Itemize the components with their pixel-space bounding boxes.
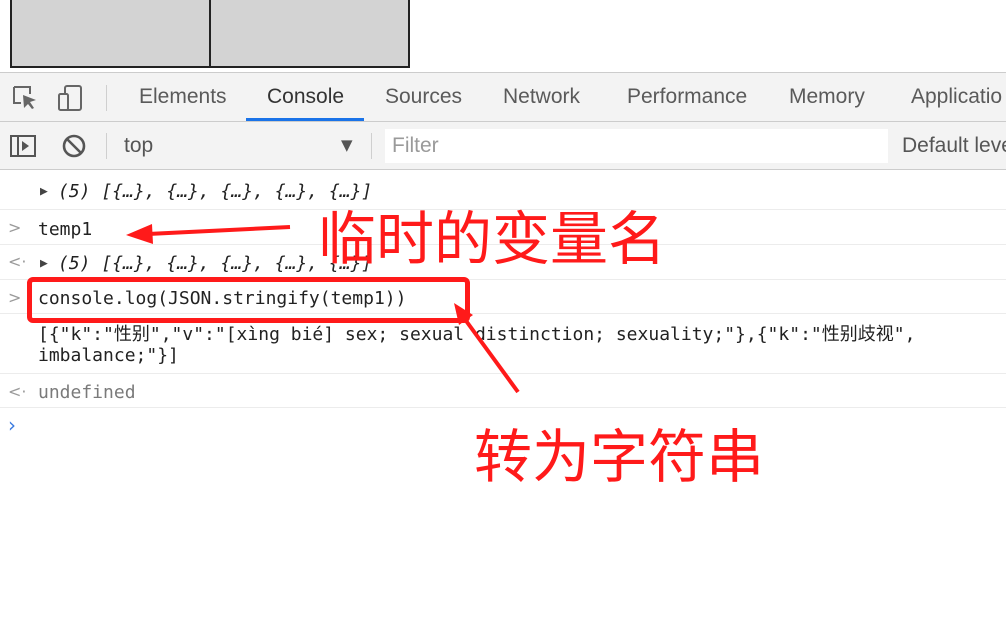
annotation-highlight-box (27, 277, 470, 323)
inspect-element-icon[interactable] (10, 83, 40, 113)
execution-context-select[interactable]: top (124, 122, 153, 169)
annotation-variable-name: 临时的变量名 (318, 205, 667, 273)
input-prompt-icon: > (8, 218, 22, 237)
clear-console-icon[interactable] (59, 131, 89, 161)
toolbar-divider (371, 133, 372, 159)
tab-console[interactable]: Console (246, 73, 364, 121)
expand-triangle-icon[interactable]: ▶ (40, 184, 48, 199)
input-expression: temp1 (38, 219, 93, 240)
console-toolbar: top ▼ Default leve (0, 122, 1006, 170)
tab-performance[interactable]: Performance (606, 73, 768, 121)
device-toolbar-icon[interactable] (56, 83, 86, 113)
chevron-down-icon[interactable]: ▼ (341, 122, 353, 169)
annotation-to-string: 转为字符串 (474, 423, 765, 491)
console-message-result: <· undefined (0, 374, 1006, 408)
result-value: undefined (38, 382, 136, 403)
tab-application[interactable]: Applicatio (890, 73, 1006, 121)
page-content-area (0, 0, 1006, 72)
log-output-line: [{"k":"性别","v":"[xìng bié] sex; sexual d… (38, 324, 916, 345)
log-levels-dropdown[interactable]: Default leve (902, 122, 1006, 169)
toolbar-divider (106, 85, 107, 111)
log-output-line: imbalance;"}] (38, 345, 179, 366)
page-placeholder-box (10, 0, 211, 68)
result-arrow-icon: <· (8, 252, 27, 271)
expand-triangle-icon[interactable]: ▶ (40, 256, 48, 271)
devtools-tab-bar: Elements Console Sources Network Perform… (0, 72, 1006, 122)
console-filter-input[interactable] (385, 129, 888, 163)
tab-network[interactable]: Network (482, 73, 601, 121)
input-prompt-icon: > (8, 288, 22, 307)
toolbar-divider (106, 133, 107, 159)
console-message-log: [{"k":"性别","v":"[xìng bié] sex; sexual d… (0, 314, 1006, 374)
tab-sources[interactable]: Sources (364, 73, 483, 121)
tab-elements[interactable]: Elements (118, 73, 248, 121)
show-sidebar-icon[interactable] (8, 131, 38, 161)
prompt-chevron-icon: › (8, 413, 16, 437)
tab-memory[interactable]: Memory (768, 73, 886, 121)
page-placeholder-box (209, 0, 410, 68)
result-arrow-icon: <· (8, 382, 27, 401)
